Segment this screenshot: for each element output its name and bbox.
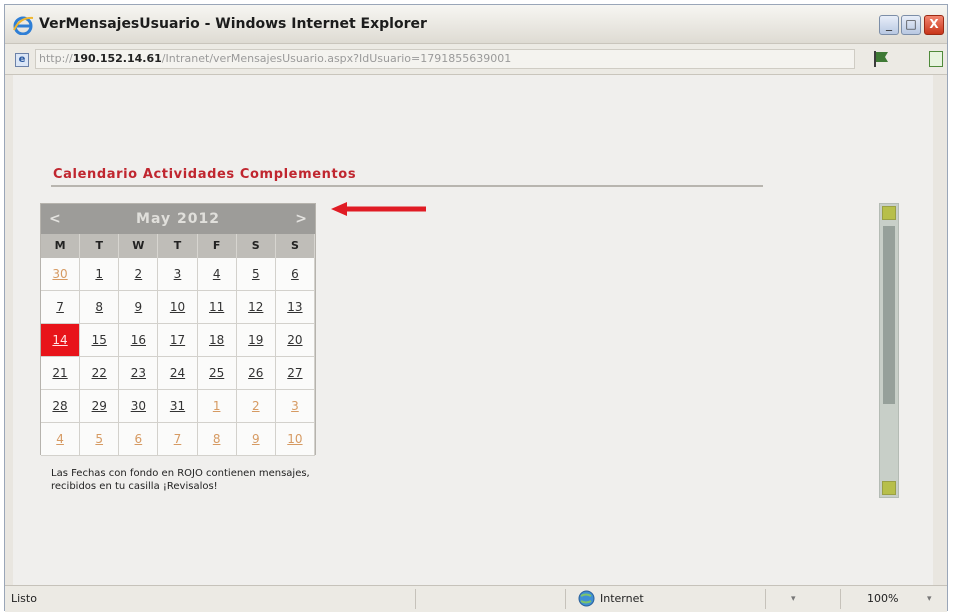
page-green-icon[interactable] (929, 51, 943, 67)
calendar-note: Las Fechas con fondo en ROJO contienen m… (51, 468, 310, 492)
calendar-day[interactable]: 3 (275, 390, 315, 423)
arrow-left-icon (331, 202, 426, 216)
scroll-down-button[interactable] (882, 481, 896, 495)
calendar-week-row: 21 22 23 24 25 26 27 (41, 357, 315, 390)
calendar-day[interactable]: 17 (158, 324, 198, 357)
weekday-label: W (119, 234, 159, 258)
calendar-day[interactable]: 9 (236, 423, 276, 456)
scroll-up-button[interactable] (882, 206, 896, 220)
calendar-day[interactable]: 7 (158, 423, 198, 456)
calendar-day[interactable]: 10 (158, 291, 198, 324)
status-divider (565, 589, 566, 609)
calendar-day[interactable]: 1 (197, 390, 237, 423)
calendar-day[interactable]: 26 (236, 357, 276, 390)
page-icon: e (15, 53, 29, 67)
security-zone: Internet (600, 592, 644, 605)
zoom-dropdown-icon[interactable]: ▾ (927, 594, 932, 604)
calendar-day[interactable]: 18 (197, 324, 237, 357)
calendar-week-row: 28 29 30 31 1 2 3 (41, 390, 315, 423)
calendar-day[interactable]: 28 (41, 390, 81, 423)
url-path: /Intranet/verMensajesUsuario.aspx?IdUsua… (161, 52, 512, 65)
calendar-week-row: 30 1 2 3 4 5 6 (41, 258, 315, 291)
calendar-day[interactable]: 19 (236, 324, 276, 357)
status-divider (765, 589, 766, 609)
calendar-day[interactable]: 1 (80, 258, 120, 291)
close-button[interactable]: X (924, 15, 944, 35)
calendar-day[interactable]: 22 (80, 357, 120, 390)
calendar-day[interactable]: 16 (119, 324, 159, 357)
page-title: Calendario Actividades Complementos (53, 167, 357, 182)
minimize-button[interactable]: _ (879, 15, 899, 35)
url-host: 190.152.14.61 (72, 52, 162, 65)
calendar-day[interactable]: 30 (119, 390, 159, 423)
calendar-week-row: 4 5 6 7 8 9 10 (41, 423, 315, 456)
calendar-day[interactable]: 5 (236, 258, 276, 291)
calendar-day[interactable]: 12 (236, 291, 276, 324)
url-prefix: http:// (39, 52, 73, 65)
calendar-header: < May 2012 > (41, 204, 315, 234)
calendar-grid: 30 1 2 3 4 5 6 7 8 9 10 11 12 13 14 15 16 17 18 19 20 21 22 23 2… (41, 258, 315, 456)
vertical-scrollbar[interactable] (879, 203, 899, 498)
calendar-day[interactable]: 24 (158, 357, 198, 390)
calendar-day-highlighted[interactable]: 14 (41, 324, 81, 357)
calendar-day[interactable]: 10 (275, 423, 315, 456)
calendar-day[interactable]: 25 (197, 357, 237, 390)
calendar-next-link[interactable]: > (295, 211, 307, 227)
calendar-day[interactable]: 6 (275, 258, 315, 291)
url-field[interactable]: http://190.152.14.61/Intranet/verMensaje… (35, 49, 855, 69)
calendar: < May 2012 > M T W T F S S 30 1 2 3 4 5 6 7 8 9 10… (40, 203, 316, 456)
protected-mode-icon[interactable]: ▾ (791, 594, 796, 604)
calendar-day[interactable]: 27 (275, 357, 315, 390)
calendar-day[interactable]: 20 (275, 324, 315, 357)
page-content: Calendario Actividades Complementos < Ma… (13, 75, 933, 585)
browser-window: VerMensajesUsuario - Windows Internet Ex… (4, 4, 948, 612)
calendar-day[interactable]: 13 (275, 291, 315, 324)
calendar-month-title: May 2012 (136, 211, 220, 227)
calendar-day[interactable]: 3 (158, 258, 198, 291)
calendar-day[interactable]: 4 (197, 258, 237, 291)
calendar-day[interactable]: 5 (80, 423, 120, 456)
calendar-day[interactable]: 6 (119, 423, 159, 456)
calendar-day[interactable]: 15 (80, 324, 120, 357)
calendar-day[interactable]: 7 (41, 291, 81, 324)
weekday-label: S (237, 234, 276, 258)
calendar-day[interactable]: 2 (236, 390, 276, 423)
calendar-day[interactable]: 11 (197, 291, 237, 324)
calendar-day[interactable]: 2 (119, 258, 159, 291)
weekday-label: T (158, 234, 198, 258)
weekday-label: F (198, 234, 237, 258)
calendar-week-row: 14 15 16 17 18 19 20 (41, 324, 315, 357)
status-bar: Listo Internet ▾ 100% ▾ (5, 585, 947, 612)
calendar-day[interactable]: 30 (41, 258, 81, 291)
calendar-weekdays: M T W T F S S (41, 234, 315, 258)
weekday-label: T (80, 234, 120, 258)
calendar-day[interactable]: 31 (158, 390, 198, 423)
title-bar: VerMensajesUsuario - Windows Internet Ex… (5, 5, 947, 44)
calendar-day[interactable]: 9 (119, 291, 159, 324)
title-divider (51, 185, 763, 187)
calendar-day[interactable]: 29 (80, 390, 120, 423)
calendar-day[interactable]: 8 (80, 291, 120, 324)
weekday-label: S (276, 234, 315, 258)
weekday-label: M (41, 234, 81, 258)
window-title: VerMensajesUsuario - Windows Internet Ex… (39, 16, 427, 32)
ie-logo-icon (13, 16, 34, 35)
maximize-button[interactable]: □ (901, 15, 921, 35)
calendar-day[interactable]: 23 (119, 357, 159, 390)
calendar-week-row: 7 8 9 10 11 12 13 (41, 291, 315, 324)
flag-icon[interactable] (871, 49, 891, 69)
calendar-day[interactable]: 4 (41, 423, 81, 456)
scroll-thumb[interactable] (883, 226, 895, 404)
calendar-day[interactable]: 21 (41, 357, 81, 390)
status-divider (840, 589, 841, 609)
status-text: Listo (11, 592, 37, 605)
status-divider (415, 589, 416, 609)
zoom-level[interactable]: 100% (867, 592, 898, 605)
address-bar: e http://190.152.14.61/Intranet/verMensa… (5, 44, 947, 75)
globe-icon (578, 590, 595, 607)
calendar-day[interactable]: 8 (197, 423, 237, 456)
